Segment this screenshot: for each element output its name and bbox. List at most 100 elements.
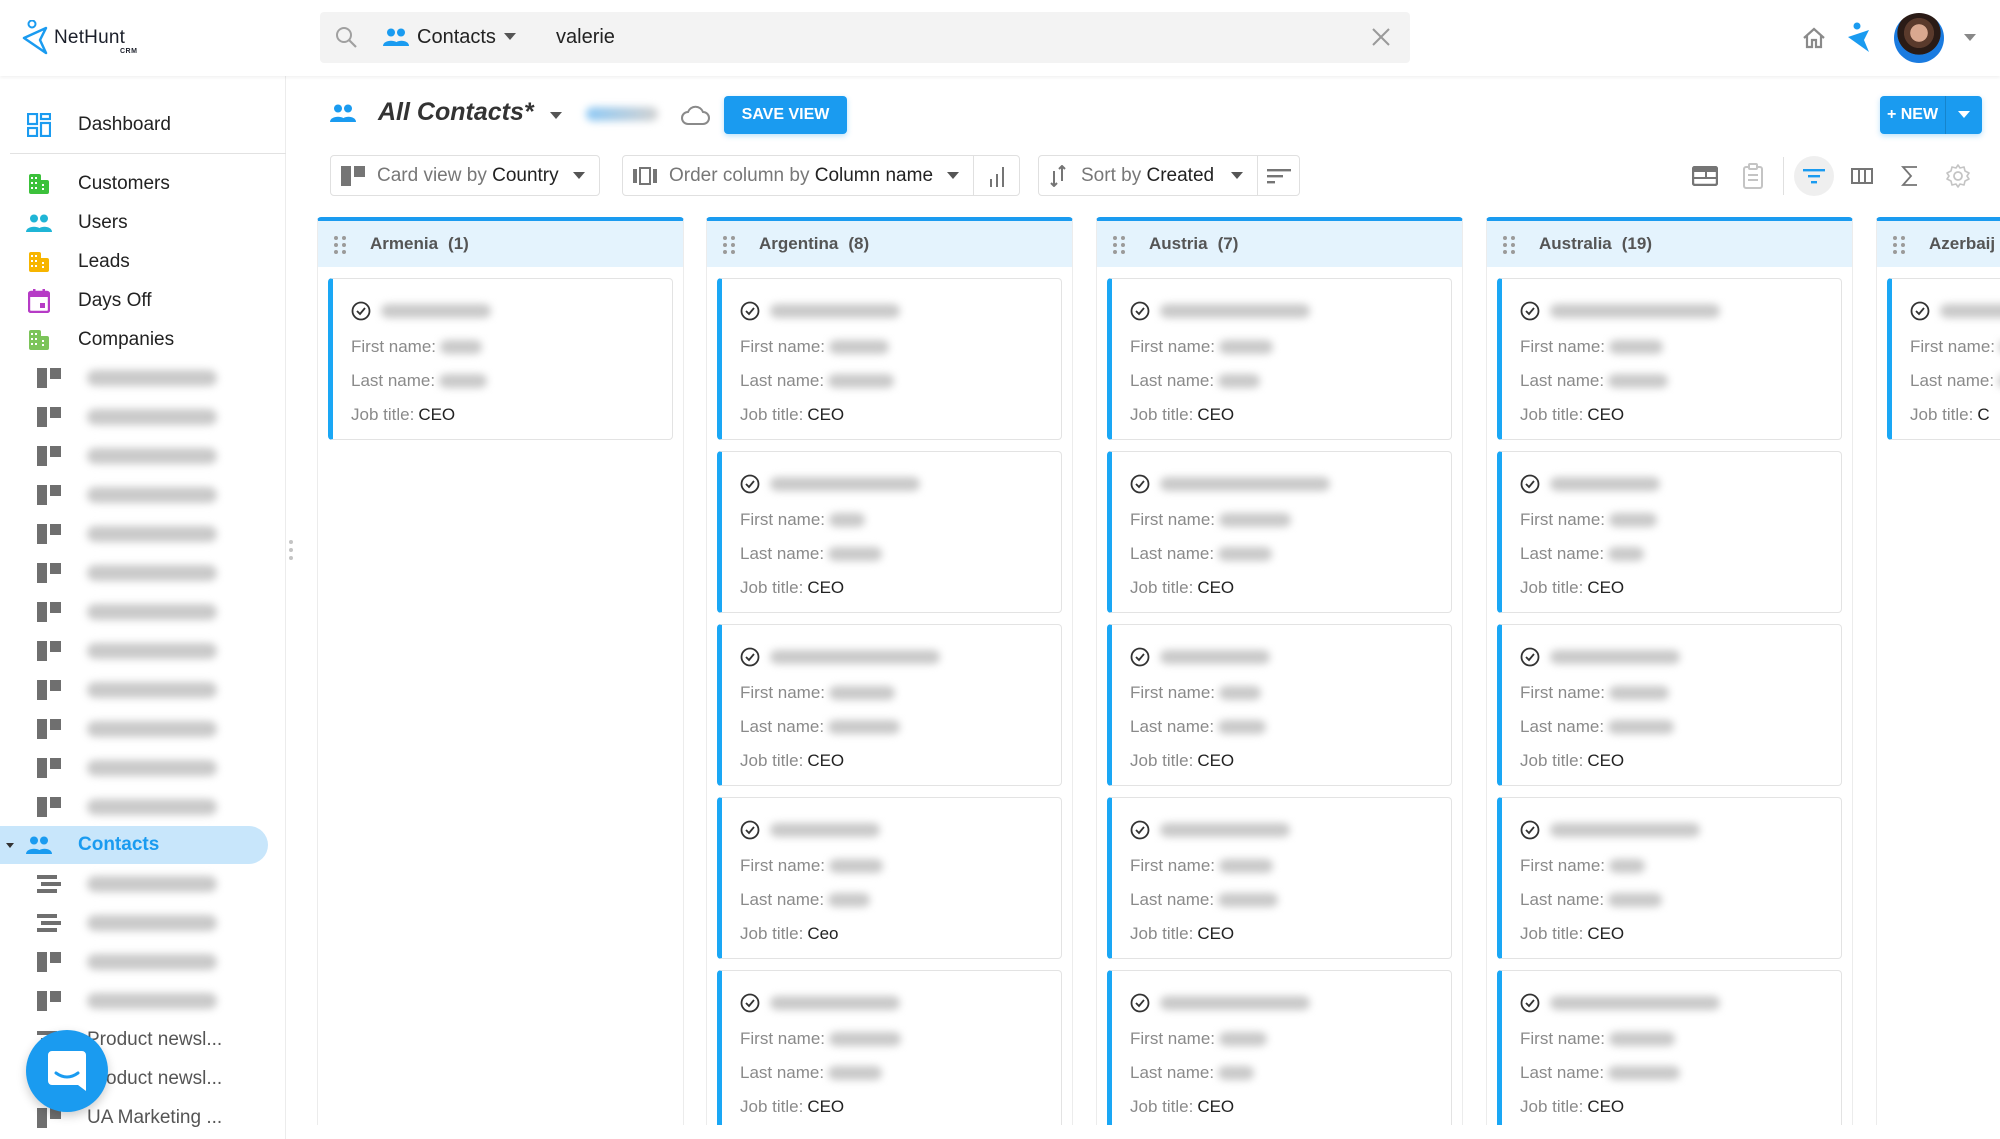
column-header[interactable]: Azerbaij — [1877, 221, 2000, 267]
sum-button[interactable] — [1886, 155, 1934, 196]
column-name: Armenia — [370, 234, 439, 253]
drag-handle-icon[interactable] — [723, 236, 735, 254]
sort-select[interactable]: Sort by Created — [1039, 156, 1257, 195]
contact-card[interactable]: First name: Last name: Job title: CEO — [1107, 970, 1452, 1125]
redacted-value — [1218, 374, 1261, 388]
account-menu-button[interactable] — [1958, 26, 1982, 50]
contact-card[interactable]: First name: Last name: Job title: Ceo — [717, 797, 1062, 959]
people-icon — [26, 832, 52, 858]
clipboard-button[interactable] — [1729, 155, 1777, 196]
columns-button[interactable] — [1838, 155, 1886, 196]
layout-button[interactable] — [1681, 155, 1729, 196]
drag-handle-icon[interactable] — [1893, 236, 1905, 254]
sidebar-view-item[interactable]: Sales pipeline... — [0, 515, 268, 553]
sidebar-item-companies[interactable]: Companies — [0, 321, 268, 359]
caret-down-icon — [503, 33, 516, 40]
contact-card[interactable]: First name: Last name: Job title: CEO — [1107, 624, 1452, 786]
sidebar-view-item[interactable]: Startup Plan -... — [0, 982, 268, 1020]
sidebar-view-item[interactable]: Zhenya SDR p... — [0, 749, 268, 787]
sidebar-view-item[interactable]: UA Marketing ... — [0, 1099, 268, 1137]
contact-card[interactable]: First name: Last name: Job title: C — [1887, 278, 2000, 440]
sidebar-view-item[interactable]: Sales pipeline... — [0, 437, 268, 475]
sidebar-view-item[interactable]: Sales pipeline... — [0, 554, 268, 592]
search-input[interactable] — [556, 23, 1336, 51]
sidebar-item-days-off[interactable]: Days Off — [0, 282, 268, 320]
chat-widget-button[interactable] — [26, 1030, 108, 1112]
contact-card[interactable]: First name: Last name: Job title: CEO — [328, 278, 673, 440]
drag-handle-icon[interactable] — [1503, 236, 1515, 254]
redacted-value — [1218, 720, 1267, 734]
sidebar-view-item[interactable]: Sales pipeline... — [0, 593, 268, 631]
sidebar-view-item[interactable]: MQLs - by sou... — [0, 943, 268, 981]
column-header[interactable]: Australia (19) — [1487, 221, 1852, 267]
field-value: CEO — [1587, 1097, 1625, 1116]
expand-caret-icon[interactable] — [6, 843, 14, 848]
sidebar-view-item[interactable]: CRM Lab new... — [0, 904, 268, 942]
sidebar-view-item[interactable]: CRM Lab new... — [0, 865, 268, 903]
search-entity-select[interactable]: Contacts — [383, 24, 516, 50]
drag-handle-icon[interactable] — [1113, 236, 1125, 254]
contact-card[interactable]: First name: Last name: Job title: CEO — [1497, 451, 1842, 613]
save-view-button[interactable]: SAVE VIEW — [724, 96, 847, 134]
column-header[interactable]: Armenia (1) — [318, 221, 683, 267]
nethunt-icon — [1848, 22, 1869, 52]
view-title[interactable]: All Contacts* — [378, 98, 534, 127]
sidebar-view-item[interactable]: General sales ... — [0, 398, 268, 436]
contact-card[interactable]: First name: Last name: Job title: CEO — [1497, 970, 1842, 1125]
contact-card[interactable]: First name: Last name: Job title: CEO — [1497, 278, 1842, 440]
sidebar-item-users[interactable]: Users — [0, 204, 268, 242]
field-label: Last name: — [1520, 890, 1605, 909]
sidebar-item-leads[interactable]: Leads — [0, 243, 268, 281]
column-header[interactable]: Austria (7) — [1097, 221, 1462, 267]
check-circle-icon — [1520, 301, 1540, 321]
sidebar-view-item[interactable]: Sales pipeline... — [0, 476, 268, 514]
contact-card[interactable]: First name: Last name: Job title: CEO — [1107, 797, 1452, 959]
contact-card[interactable]: First name: Last name: Job title: CEO — [717, 278, 1062, 440]
card-field-last: Last name: — [1520, 1063, 1681, 1083]
settings-button[interactable] — [1934, 155, 1982, 196]
building-icon — [26, 249, 52, 275]
nethunt-button[interactable] — [1840, 18, 1880, 58]
column-header[interactable]: Argentina (8) — [707, 221, 1072, 267]
logo-text: NetHunt — [54, 27, 126, 48]
contact-card[interactable]: First name: Last name: Job title: CEO — [1497, 797, 1842, 959]
sidebar-view-item[interactable]: SDR pipeline — [0, 671, 268, 709]
contact-card[interactable]: First name: Last name: Job title: CEO — [1497, 624, 1842, 786]
contact-card[interactable]: First name: Last name: Job title: CEO — [717, 451, 1062, 613]
card-field-first: First name: — [1130, 510, 1292, 530]
sidebar-view-label: CRM Lab new... — [87, 912, 217, 934]
filter-button[interactable] — [1794, 155, 1834, 196]
contact-card[interactable]: First name: Last name: Job title: CEO — [717, 970, 1062, 1125]
home-button[interactable] — [1794, 18, 1834, 58]
caret-down-icon[interactable] — [550, 112, 562, 120]
sidebar-item-contacts[interactable]: Contacts — [0, 826, 268, 864]
field-label: Last name: — [740, 890, 825, 909]
sidebar-resize-handle[interactable] — [287, 540, 295, 564]
redacted-value — [1219, 340, 1274, 354]
card-view-select[interactable]: Card view by Country — [330, 155, 600, 196]
column-order-direction-button[interactable] — [973, 156, 1019, 195]
close-icon[interactable] — [1370, 26, 1392, 48]
nethunt-logo[interactable]: NetHunt CRM — [22, 20, 152, 60]
sort-direction-button[interactable] — [1257, 156, 1299, 195]
sidebar-view-item[interactable]: Lab Partners p... — [0, 359, 268, 397]
card-field-job: Job title: CEO — [1130, 1097, 1234, 1117]
check-circle-icon — [1520, 820, 1540, 840]
drag-handle-icon[interactable] — [334, 236, 346, 254]
sidebar-view-item[interactable]: Sales pipeline... — [0, 632, 268, 670]
avatar[interactable] — [1894, 13, 1944, 63]
column-order-select[interactable]: Order column by Column name — [623, 156, 973, 195]
card-field-last: Last name: — [1520, 890, 1663, 910]
sidebar-view-label: Sales WestLo... — [87, 718, 217, 740]
sidebar-item-customers[interactable]: Customers — [0, 165, 268, 203]
sidebar-view-item[interactable]: Sales lost last... — [0, 788, 268, 826]
card-field-first: First name: — [1910, 337, 2000, 357]
check-circle-icon — [740, 301, 760, 321]
sidebar-item-dashboard[interactable]: Dashboard — [0, 106, 268, 144]
contact-card[interactable]: First name: Last name: Job title: CEO — [1107, 278, 1452, 440]
new-record-button[interactable]: + NEW — [1880, 96, 1946, 134]
new-record-dropdown[interactable] — [1946, 96, 1982, 134]
contact-card[interactable]: First name: Last name: Job title: CEO — [1107, 451, 1452, 613]
sidebar-view-item[interactable]: Sales WestLo... — [0, 710, 268, 748]
contact-card[interactable]: First name: Last name: Job title: CEO — [717, 624, 1062, 786]
